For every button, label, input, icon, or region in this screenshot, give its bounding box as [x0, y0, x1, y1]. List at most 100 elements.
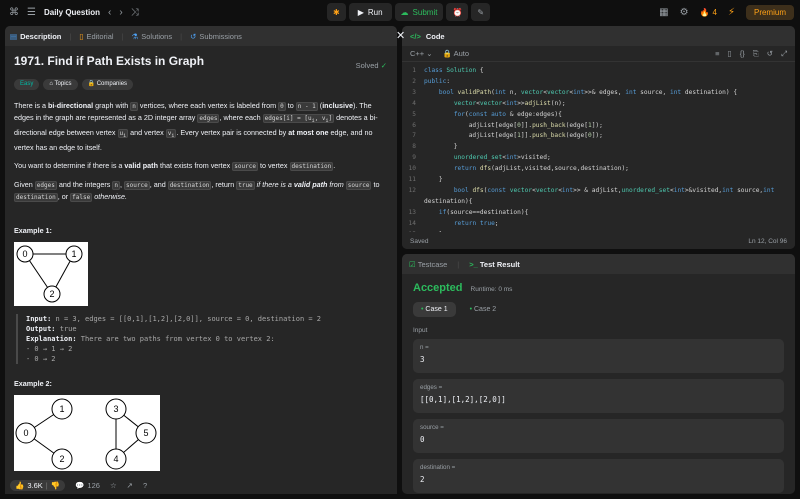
language-select[interactable]: C++ ⌄ — [410, 49, 433, 58]
topics-chip[interactable]: ⌂ Topics — [43, 79, 78, 90]
like-button[interactable]: 👍 3.6K | 👎 — [10, 479, 66, 491]
next-problem-icon[interactable]: › — [119, 7, 122, 18]
prev-problem-icon[interactable]: ‹ — [108, 7, 111, 18]
tab-solutions[interactable]: ⚗ Solutions — [132, 32, 173, 41]
tab-editorial[interactable]: ▯ Editorial — [79, 32, 113, 41]
case-1-tab[interactable]: • Case 1 — [413, 302, 456, 317]
tab-test-result[interactable]: >_ Test Result — [469, 260, 520, 269]
tab-submissions[interactable]: ↺ Submissions — [190, 32, 242, 41]
terminal-icon: >_ — [469, 259, 478, 269]
input-label: Input: — [26, 315, 52, 324]
code-line[interactable]: 1 class Solution { — [402, 66, 795, 77]
logo-icon[interactable]: ⌘ — [9, 7, 19, 18]
test-tabs: ☑ Testcase | >_ Test Result — [402, 254, 795, 274]
help-icon[interactable]: ? — [143, 481, 147, 490]
code-line[interactable]: 2 public: — [402, 77, 795, 88]
share-icon[interactable]: ↗ — [127, 481, 133, 490]
problem-title[interactable]: 1971. Find if Path Exists in Graph — [14, 55, 388, 72]
streak-count: 4 — [712, 7, 717, 17]
line-number: 8 — [412, 143, 416, 151]
comments-button[interactable]: 💬 126 — [75, 481, 100, 490]
code-title: Code — [425, 31, 445, 41]
reset-icon[interactable]: ↺ — [767, 49, 773, 59]
code-line[interactable]: 5 for(const auto & edge:edges){ — [402, 110, 795, 121]
shuffle-icon[interactable]: ⤨ — [131, 7, 139, 18]
tab-label: Testcase — [417, 259, 448, 269]
code-line[interactable]: 14 return true; — [402, 219, 795, 230]
tab-description[interactable]: ▤ Description — [10, 32, 61, 41]
code-line[interactable]: 15 } — [402, 230, 795, 232]
format-icon[interactable]: ≡ — [715, 49, 719, 59]
tab-label: Description — [20, 31, 62, 41]
tab-label: Solutions — [141, 31, 173, 41]
line-number: 6 — [412, 121, 416, 129]
book-icon: ▯ — [79, 31, 84, 41]
premium-button[interactable]: Premium — [745, 4, 794, 20]
code-text: } — [424, 176, 443, 184]
solved-status: Solved ✓ — [356, 60, 387, 71]
input-key: n = — [420, 344, 429, 351]
timer-button[interactable]: ⏰ — [446, 3, 469, 21]
code-line[interactable]: 9 unordered_set<int>visited; — [402, 153, 795, 164]
submit-button[interactable]: ☁ Submit — [394, 3, 444, 21]
settings-gear-icon[interactable]: ⚙ — [680, 7, 689, 18]
flask-icon: ⚗ — [131, 31, 139, 41]
code-text: vector<vector<int>>adjList(n); — [453, 99, 566, 107]
problem-description: 1971. Find if Path Exists in Graph Solve… — [5, 46, 397, 492]
braces-icon[interactable]: {} — [740, 49, 745, 59]
result-status: Accepted — [413, 282, 463, 294]
notes-button[interactable]: ✎ — [471, 3, 491, 21]
tab-testcase[interactable]: ☑ Testcase — [409, 260, 447, 269]
problem-list-icon[interactable]: ☰ — [27, 7, 36, 18]
code-line[interactable]: 11 } — [402, 175, 795, 186]
difficulty-badge[interactable]: Easy — [14, 79, 40, 90]
code-line[interactable]: 6 adjList[edge[0]].push_back(edge[1]); — [402, 121, 795, 132]
test-result-body: Accepted Runtime: 0 ms • Case 1 • Case 2… — [402, 274, 795, 494]
line-number: 9 — [412, 154, 416, 162]
graph-node-label: 2 — [59, 454, 64, 464]
line-number: 1 — [412, 67, 416, 74]
debug-button[interactable]: ✱ — [327, 3, 346, 21]
line-number: 3 — [412, 88, 416, 96]
streak-counter[interactable]: 🔥 4 — [700, 8, 717, 17]
input-section-label: Input — [413, 327, 428, 334]
code-line[interactable]: 12 bool dfs(const vector<vector<int>> & … — [402, 186, 795, 197]
auto-mode-toggle[interactable]: 🔒 Auto — [443, 49, 469, 58]
tab-label: Test Result — [479, 259, 520, 269]
description-paragraph-1: There is a bi-directional graph with n v… — [14, 101, 378, 153]
companies-label: Companies — [96, 81, 128, 87]
code-text: unordered_set<int>visited; — [453, 154, 551, 162]
case-2-tab[interactable]: • Case 2 — [462, 302, 505, 317]
companies-chip[interactable]: 🔒 Companies — [81, 79, 134, 90]
code-line[interactable]: 8 } — [402, 142, 795, 153]
star-icon[interactable]: ☆ — [110, 481, 117, 490]
graph-node-label: 4 — [113, 454, 118, 464]
code-line[interactable]: 10 return dfs(adjList,visited,source,des… — [402, 164, 795, 175]
code-text: bool validPath(int n, vector<vector<int>… — [438, 88, 738, 96]
case-label: Case 2 — [474, 306, 497, 313]
code-line[interactable]: 3 bool validPath(int n, vector<vector<in… — [402, 88, 795, 99]
pass-dot-icon: • — [469, 306, 473, 313]
run-button[interactable]: ▶ Run — [348, 3, 392, 21]
daily-question-title[interactable]: Daily Question — [44, 8, 100, 17]
input-key: destination = — [420, 464, 456, 471]
fullscreen-icon[interactable]: ⤢ — [781, 49, 787, 59]
saved-status: Saved — [410, 237, 429, 245]
layout-icon[interactable]: ▦ — [659, 7, 668, 18]
code-line[interactable]: destination){ — [402, 197, 795, 208]
line-number: 10 — [408, 165, 416, 173]
activity-icon[interactable]: ⚡ — [728, 7, 735, 18]
copy-icon[interactable]: ⎘ — [753, 49, 759, 59]
code-text: return true; — [453, 219, 499, 227]
code-text: for(const auto & edge:edges){ — [453, 110, 562, 118]
code-line[interactable]: 13 if(source==destination){ — [402, 208, 795, 219]
code-line[interactable]: 4 vector<vector<int>>adjList(n); — [402, 99, 795, 110]
panel-close-button[interactable]: ✕ — [396, 29, 405, 42]
output-label: Output: — [26, 325, 56, 334]
code-footer: Saved Ln 12, Col 96 — [402, 233, 795, 249]
input-value: 0 — [420, 435, 425, 444]
input-destination-box: destination = 2 — [413, 459, 784, 493]
code-editor[interactable]: 1 class Solution {2 public: 3 bool validPat… — [402, 62, 795, 232]
code-line[interactable]: 7 adjList[edge[1]].push_back(edge[0]); — [402, 131, 795, 142]
bookmark-icon[interactable]: ▯ — [728, 49, 732, 59]
